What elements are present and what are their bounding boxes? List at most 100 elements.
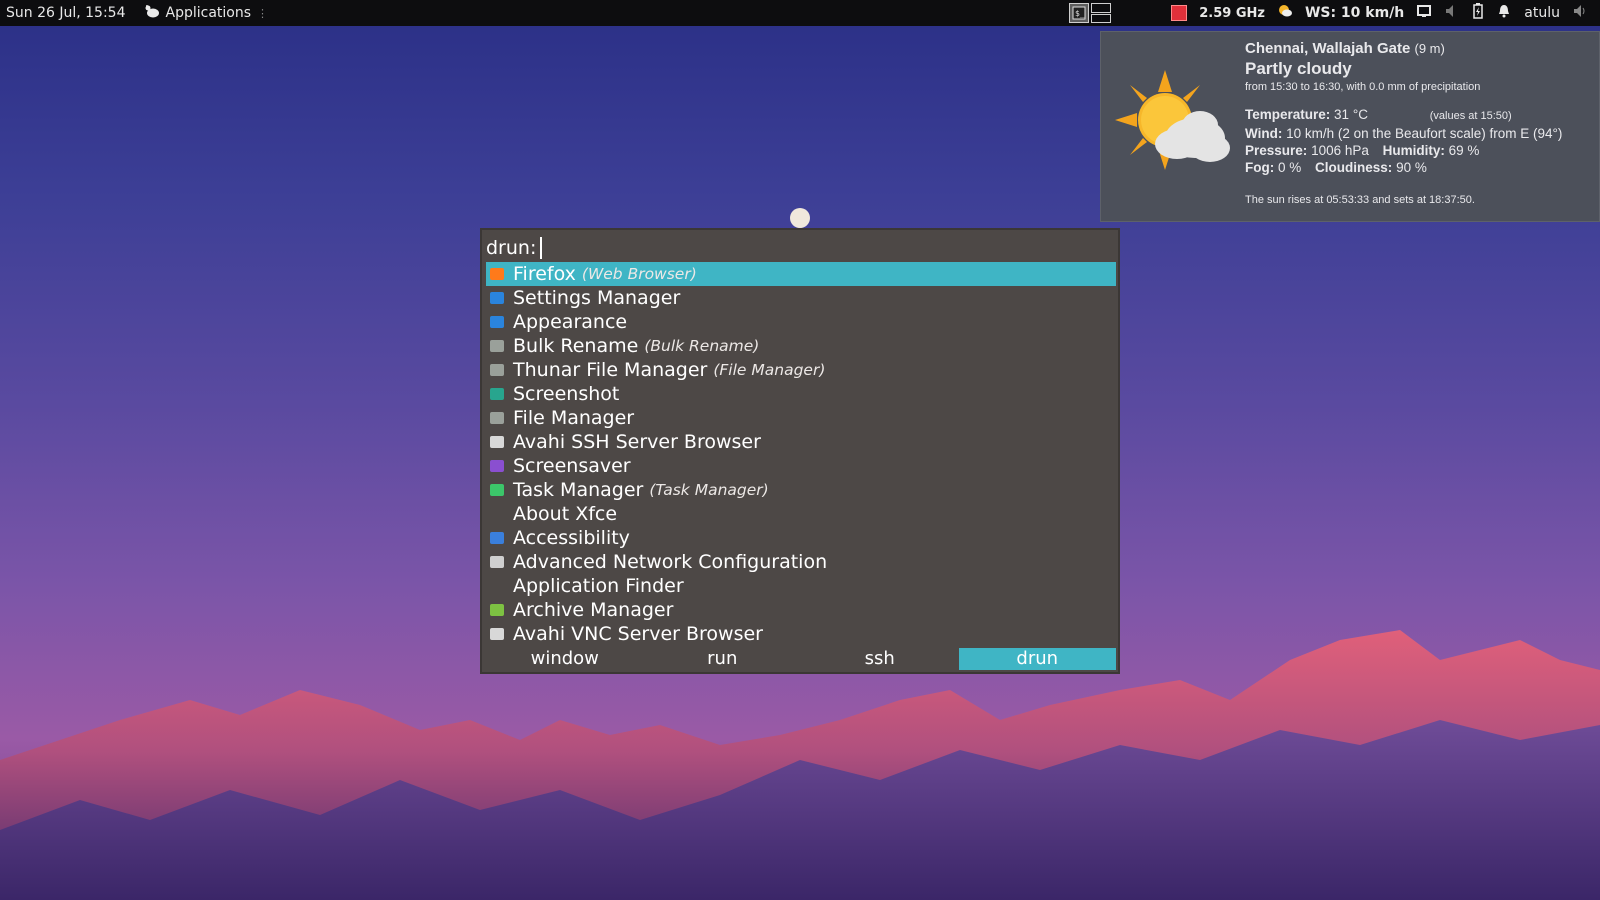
- notifications-bell-icon[interactable]: [1496, 3, 1512, 23]
- task-manager-icon: [488, 481, 506, 499]
- archive-manager-icon: [488, 601, 506, 619]
- applications-menu-button[interactable]: Applications ⋮: [144, 0, 268, 26]
- partly-cloudy-icon: [1115, 70, 1230, 170]
- app-entry-label: Accessibility: [513, 527, 630, 549]
- terminal-icon: $_: [1072, 6, 1086, 20]
- app-entry-description: (Task Manager): [649, 481, 769, 499]
- weather-icon[interactable]: [1277, 3, 1293, 23]
- values-at-label: (values at 15:50): [1429, 110, 1512, 122]
- temperature-value: 31 °C: [1334, 107, 1368, 122]
- mode-tab-run[interactable]: run: [644, 648, 802, 670]
- cpu-frequency[interactable]: 2.59 GHz: [1199, 6, 1265, 21]
- prompt-bar[interactable]: drun:: [486, 234, 543, 262]
- app-entry-description: (Bulk Rename): [644, 337, 760, 355]
- workspace-2[interactable]: [1091, 3, 1112, 23]
- workspace-switcher[interactable]: $_: [1069, 3, 1112, 23]
- avahi-ssh-icon: [488, 433, 506, 451]
- weather-wind: Wind: 10 km/h (2 on the Beaufort scale) …: [1245, 125, 1562, 142]
- avahi-vnc-icon: [488, 625, 506, 643]
- handle-icon[interactable]: ⋮: [257, 7, 268, 20]
- app-entry-label: Archive Manager: [513, 599, 674, 621]
- clock[interactable]: Sun 26 Jul, 15:54: [6, 0, 126, 26]
- about-xfce-icon: [488, 505, 506, 523]
- app-entry-thunar-file-manager[interactable]: Thunar File Manager (File Manager): [486, 358, 1116, 382]
- app-entry-archive-manager[interactable]: Archive Manager: [486, 598, 1116, 622]
- weather-pressure-humidity: Pressure: 1006 hPa Humidity: 69 %: [1245, 142, 1562, 159]
- bulk-rename-icon: [488, 337, 506, 355]
- user-menu-label[interactable]: atulu: [1524, 5, 1560, 21]
- app-entry-firefox[interactable]: Firefox (Web Browser): [486, 262, 1116, 286]
- weather-altitude: (9 m): [1414, 41, 1445, 56]
- mode-tab-ssh[interactable]: ssh: [801, 648, 959, 670]
- weather-tooltip: Chennai, Wallajah Gate (9 m) Partly clou…: [1100, 31, 1600, 222]
- thunar-icon: [488, 361, 506, 379]
- app-entry-about-xfce[interactable]: About Xfce: [486, 502, 1116, 526]
- battery-icon[interactable]: [1472, 3, 1484, 23]
- mode-switcher: window run ssh drun: [486, 648, 1116, 670]
- app-entry-label: Avahi SSH Server Browser: [513, 431, 761, 453]
- settings-manager-icon: [488, 289, 506, 307]
- humidity-value: 69 %: [1448, 143, 1480, 158]
- app-entry-screensaver[interactable]: Screensaver: [486, 454, 1116, 478]
- app-entry-label: About Xfce: [513, 503, 618, 525]
- weather-location: Chennai, Wallajah Gate (9 m): [1245, 40, 1562, 57]
- applications-menu-label: Applications: [165, 5, 252, 21]
- display-icon[interactable]: [1416, 3, 1432, 23]
- app-entry-label: Firefox: [513, 263, 576, 285]
- wind-value: 10 km/h (2 on the Beaufort scale) from E…: [1286, 126, 1563, 141]
- app-entry-label: Appearance: [513, 311, 628, 333]
- app-entry-label: Application Finder: [513, 575, 684, 597]
- app-entry-description: (File Manager): [713, 361, 826, 379]
- app-entry-file-manager[interactable]: File Manager: [486, 406, 1116, 430]
- volume-icon[interactable]: [1572, 3, 1588, 23]
- app-entry-accessibility[interactable]: Accessibility: [486, 526, 1116, 550]
- system-tray: 2.59 GHz WS: 10 km/h atulu: [1171, 3, 1600, 23]
- workspace-1[interactable]: $_: [1069, 3, 1090, 23]
- weather-location-name: Chennai, Wallajah Gate: [1245, 40, 1411, 57]
- app-entry-label: Advanced Network Configuration: [513, 551, 828, 573]
- appearance-icon: [488, 313, 506, 331]
- weather-temperature: Temperature: 31 °C (values at 15:50): [1245, 106, 1562, 125]
- app-entry-settings-manager[interactable]: Settings Manager: [486, 286, 1116, 310]
- weather-condition: Partly cloudy: [1245, 59, 1352, 78]
- app-entry-appearance[interactable]: Appearance: [486, 310, 1116, 334]
- pressure-value: 1006 hPa: [1311, 143, 1369, 158]
- app-entry-label: Bulk Rename: [513, 335, 639, 357]
- xfce-mouse-icon: [144, 3, 160, 23]
- application-list: Firefox (Web Browser) Settings Manager Appe…: [486, 262, 1116, 646]
- app-entry-label: Avahi VNC Server Browser: [513, 623, 763, 645]
- accessibility-icon: [488, 529, 506, 547]
- app-entry-avahi-vnc-server-browser[interactable]: Avahi VNC Server Browser: [486, 622, 1116, 646]
- pressure-label: Pressure:: [1245, 143, 1308, 158]
- cloudiness-value: 90 %: [1396, 160, 1427, 175]
- weather-wind-label[interactable]: WS: 10 km/h: [1305, 5, 1404, 21]
- app-entry-screenshot[interactable]: Screenshot: [486, 382, 1116, 406]
- app-entry-description: (Web Browser): [581, 265, 697, 283]
- app-entry-label: Screenshot: [513, 383, 620, 405]
- app-entry-avahi-ssh-server-browser[interactable]: Avahi SSH Server Browser: [486, 430, 1116, 454]
- app-entry-label: File Manager: [513, 407, 635, 429]
- file-manager-icon: [488, 409, 506, 427]
- weather-period: from 15:30 to 16:30, with 0.0 mm of prec…: [1245, 81, 1481, 93]
- firefox-icon: [488, 265, 506, 283]
- temperature-label: Temperature:: [1245, 107, 1331, 122]
- app-entry-label: Thunar File Manager: [513, 359, 708, 381]
- cloudiness-label: Cloudiness:: [1315, 160, 1393, 175]
- application-finder-icon: [488, 577, 506, 595]
- screensaver-icon: [488, 457, 506, 475]
- mode-tab-drun[interactable]: drun: [958, 648, 1116, 670]
- clock-label: Sun 26 Jul, 15:54: [6, 5, 126, 21]
- top-panel: Sun 26 Jul, 15:54 Applications ⋮ $_ 2.59…: [0, 0, 1600, 26]
- humidity-label: Humidity:: [1382, 143, 1445, 158]
- app-entry-application-finder[interactable]: Application Finder: [486, 574, 1116, 598]
- cpu-graph-icon[interactable]: [1171, 5, 1188, 21]
- volume-muted-icon[interactable]: [1444, 3, 1460, 23]
- rofi-launcher: drun: Firefox (Web Browser) Settings Manag…: [480, 228, 1120, 674]
- app-entry-bulk-rename[interactable]: Bulk Rename (Bulk Rename): [486, 334, 1116, 358]
- app-entry-label: Screensaver: [513, 455, 631, 477]
- app-entry-task-manager[interactable]: Task Manager (Task Manager): [486, 478, 1116, 502]
- network-config-icon: [488, 553, 506, 571]
- app-entry-label: Settings Manager: [513, 287, 681, 309]
- app-entry-advanced-network-configuration[interactable]: Advanced Network Configuration: [486, 550, 1116, 574]
- mode-tab-window[interactable]: window: [486, 648, 644, 670]
